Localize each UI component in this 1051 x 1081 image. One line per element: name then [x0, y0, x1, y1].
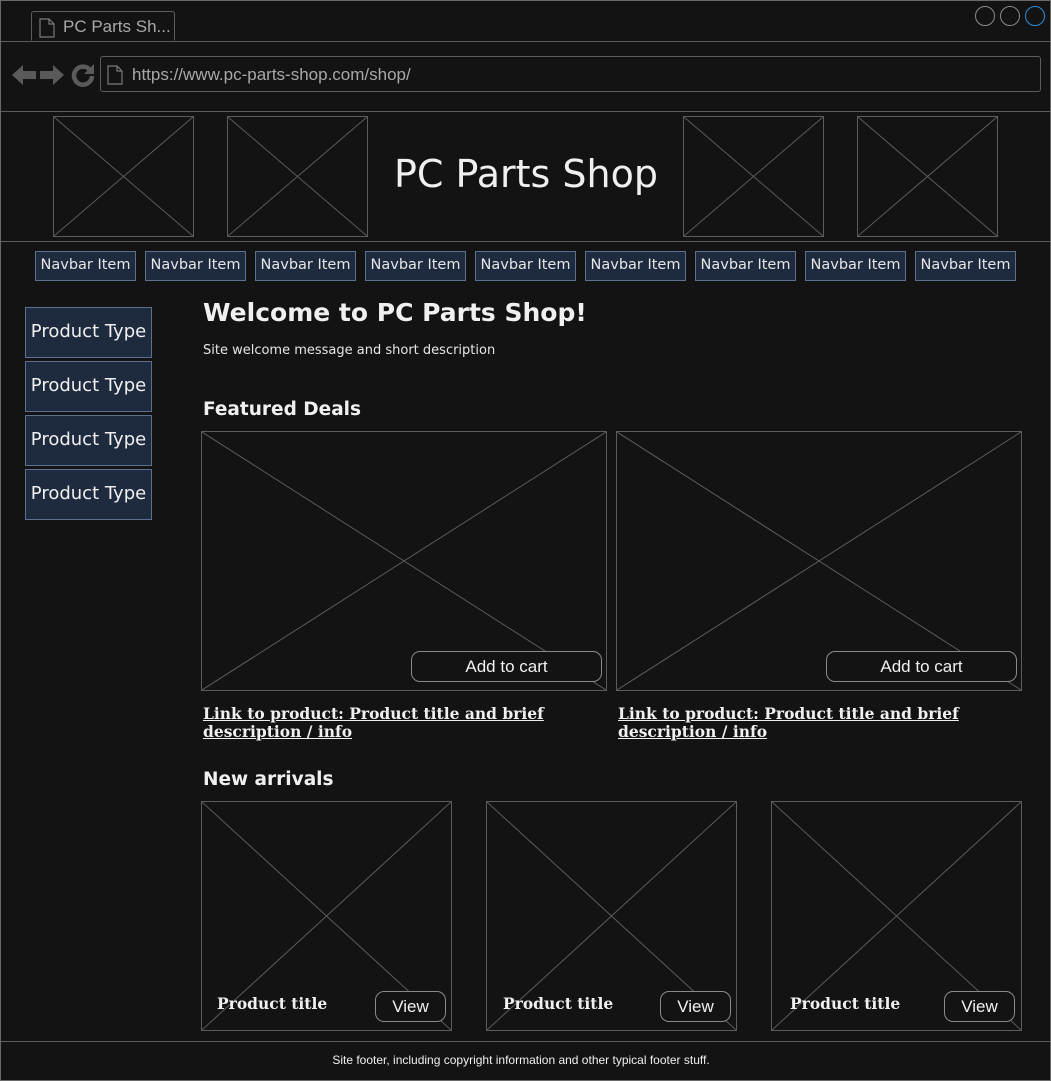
product-link[interactable]: Link to product: Product title and brief…: [203, 705, 593, 741]
url-text[interactable]: https://www.pc-parts-shop.com/shop/: [132, 65, 411, 85]
browser-tab[interactable]: PC Parts Sh...: [31, 11, 175, 41]
page-icon: [39, 18, 55, 42]
address-bar-row: https://www.pc-parts-shop.com/shop/: [1, 42, 1050, 112]
browser-window: PC Parts Sh... https://www.pc-parts-shop…: [0, 0, 1051, 1081]
sidebar-item-product-type[interactable]: Product Type: [25, 361, 152, 412]
view-button[interactable]: View: [660, 991, 731, 1022]
sidebar-item-product-type[interactable]: Product Type: [25, 415, 152, 466]
featured-deals-heading: Featured Deals: [203, 399, 362, 420]
minimize-button[interactable]: [975, 6, 995, 26]
product-title: Product title: [503, 994, 614, 1013]
back-arrow-icon[interactable]: [11, 62, 37, 88]
navbar-item[interactable]: Navbar Item: [805, 251, 906, 281]
add-to-cart-button[interactable]: Add to cart: [411, 651, 602, 682]
header-image-placeholder: [683, 116, 824, 237]
maximize-button[interactable]: [1000, 6, 1020, 26]
sidebar-item-product-type[interactable]: Product Type: [25, 307, 152, 358]
navbar-item[interactable]: Navbar Item: [475, 251, 576, 281]
reload-icon[interactable]: [70, 62, 96, 88]
title-bar: PC Parts Sh...: [1, 1, 1050, 42]
product-title: Product title: [790, 994, 901, 1013]
header-image-placeholder: [53, 116, 194, 237]
new-arrivals-heading: New arrivals: [203, 769, 334, 790]
close-window-button[interactable]: [1025, 6, 1045, 26]
page-icon: [107, 65, 123, 89]
site-header: PC Parts Shop: [1, 112, 1050, 242]
navbar-item[interactable]: Navbar Item: [35, 251, 136, 281]
add-to-cart-button[interactable]: Add to cart: [826, 651, 1017, 682]
sidebar-item-product-type[interactable]: Product Type: [25, 469, 152, 520]
forward-arrow-icon[interactable]: [39, 62, 65, 88]
product-link[interactable]: Link to product: Product title and brief…: [618, 705, 1008, 741]
welcome-heading: Welcome to PC Parts Shop!: [203, 298, 587, 327]
navbar-item[interactable]: Navbar Item: [145, 251, 246, 281]
welcome-message: Site welcome message and short descripti…: [203, 343, 496, 358]
site-footer: Site footer, including copyright informa…: [1, 1041, 1050, 1080]
address-bar[interactable]: https://www.pc-parts-shop.com/shop/: [100, 56, 1041, 92]
tab-title: PC Parts Sh...: [63, 17, 171, 36]
navbar-item[interactable]: Navbar Item: [915, 251, 1016, 281]
header-image-placeholder: [857, 116, 998, 237]
view-button[interactable]: View: [944, 991, 1015, 1022]
navbar-item[interactable]: Navbar Item: [695, 251, 796, 281]
navbar-item[interactable]: Navbar Item: [585, 251, 686, 281]
footer-text: Site footer, including copyright informa…: [332, 1053, 710, 1067]
navbar-item[interactable]: Navbar Item: [255, 251, 356, 281]
site-title: PC Parts Shop: [394, 152, 658, 196]
product-title: Product title: [217, 994, 328, 1013]
navbar-item[interactable]: Navbar Item: [365, 251, 466, 281]
view-button[interactable]: View: [375, 991, 446, 1022]
